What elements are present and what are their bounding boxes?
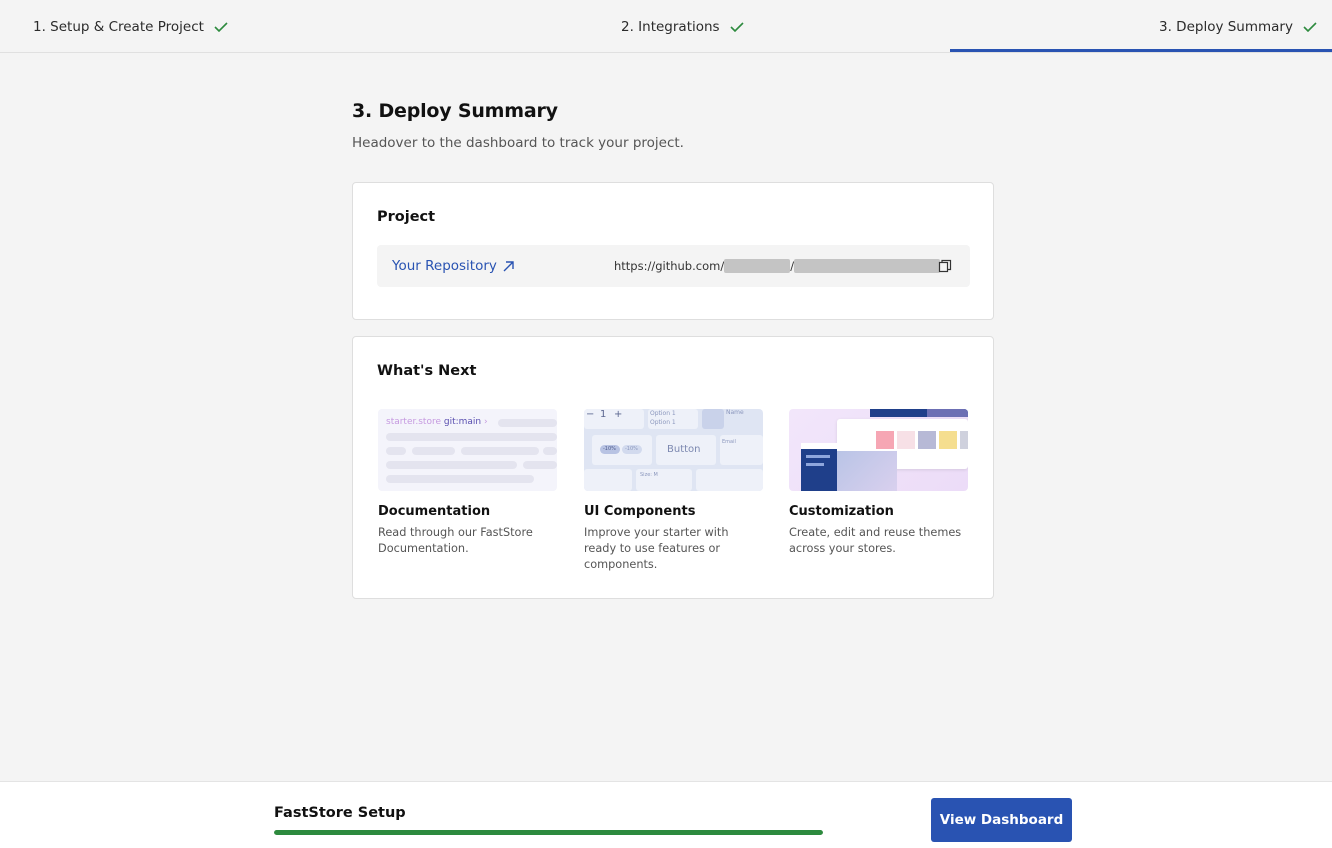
whats-next-card: What's Next starter.store git:main › Doc…: [352, 336, 994, 599]
documentation-tile[interactable]: starter.store git:main › Documentation R…: [378, 409, 558, 557]
step-label: 3. Deploy Summary: [1159, 18, 1293, 35]
project-card: Project Your Repository https://github.c…: [352, 182, 994, 320]
project-card-title: Project: [377, 209, 436, 225]
footer-title: FastStore Setup: [274, 805, 406, 821]
check-icon: [214, 21, 228, 32]
repository-link[interactable]: Your Repository: [392, 245, 514, 287]
ui-components-tile-title: UI Components: [584, 504, 696, 519]
thumb-brand: starter.store git:main ›: [386, 417, 488, 427]
page-title: 3. Deploy Summary: [352, 100, 558, 122]
documentation-tile-description: Read through our FastStore Documentation…: [378, 526, 533, 555]
page-header: 3. Deploy Summary Headover to the dashbo…: [352, 100, 994, 151]
view-dashboard-button[interactable]: View Dashboard: [931, 798, 1072, 842]
repository-url-prefix: https://github.com/: [614, 259, 725, 273]
customization-tile[interactable]: Customization Create, edit and reuse the…: [789, 409, 969, 557]
customization-thumbnail: [789, 409, 968, 491]
ui-components-thumbnail: − 1 + Option 1 Option 1 Name -10% -10% B…: [584, 409, 763, 491]
ui-components-tile-description: Improve your starter with ready to use f…: [584, 526, 729, 571]
customization-tile-description: Create, edit and reuse themes across you…: [789, 526, 962, 555]
copy-icon[interactable]: [938, 259, 952, 273]
repository-url: https://github.com/ /: [614, 245, 941, 287]
whats-next-title: What's Next: [377, 363, 477, 379]
step-deploy-summary[interactable]: 3. Deploy Summary: [1159, 0, 1317, 53]
documentation-thumbnail: starter.store git:main ›: [378, 409, 557, 491]
active-step-indicator: [950, 49, 1332, 52]
ui-components-tile[interactable]: − 1 + Option 1 Option 1 Name -10% -10% B…: [584, 409, 764, 573]
setup-progress-bar: [274, 830, 823, 835]
step-label: 1. Setup & Create Project: [33, 18, 204, 35]
step-setup-create-project[interactable]: 1. Setup & Create Project: [33, 0, 228, 53]
setup-progress-fill: [274, 830, 823, 835]
redacted-repo-name: [794, 259, 941, 273]
customization-tile-title: Customization: [789, 504, 894, 519]
footer-bar: FastStore Setup View Dashboard: [0, 781, 1332, 848]
page-subtitle: Headover to the dashboard to track your …: [352, 135, 684, 151]
repository-link-label: Your Repository: [392, 258, 497, 274]
repository-row: Your Repository https://github.com/ /: [377, 245, 970, 287]
documentation-tile-title: Documentation: [378, 504, 491, 519]
redacted-owner: [724, 259, 791, 273]
setup-stepper: 1. Setup & Create Project 2. Integration…: [0, 0, 1332, 53]
check-icon: [1303, 21, 1317, 32]
step-label: 2. Integrations: [621, 18, 720, 35]
check-icon: [730, 21, 744, 32]
external-link-icon: [503, 260, 514, 271]
step-integrations[interactable]: 2. Integrations: [621, 0, 744, 53]
